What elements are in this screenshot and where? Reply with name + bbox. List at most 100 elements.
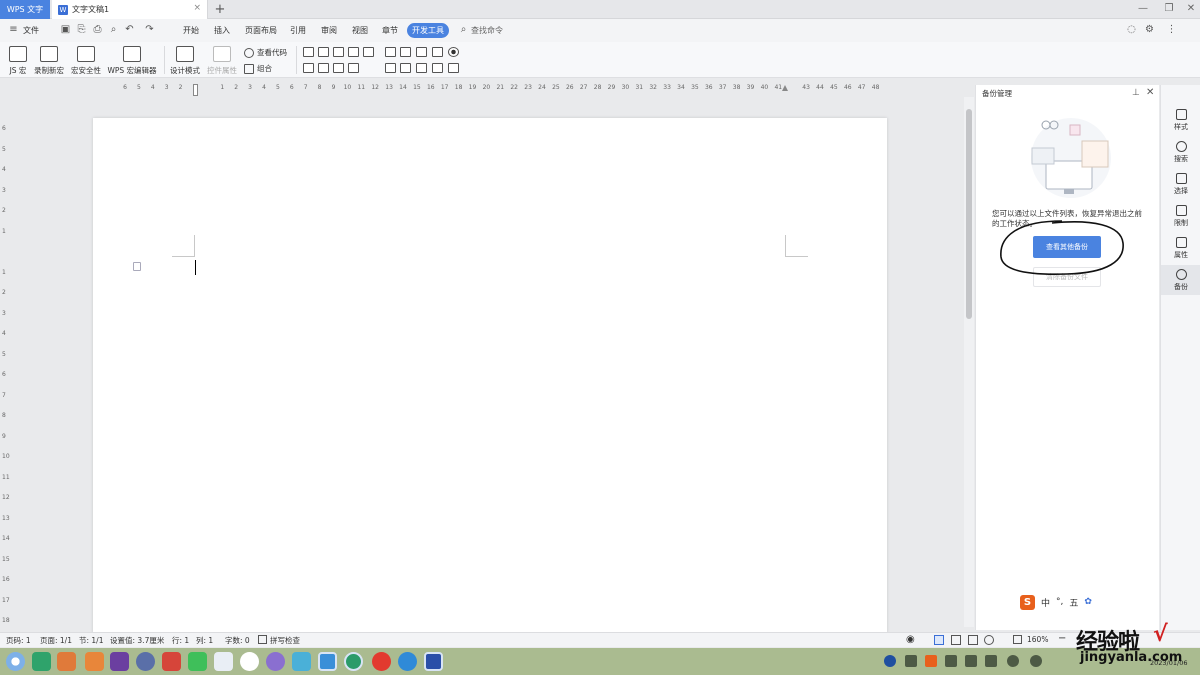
close-tab-icon[interactable]: × (193, 3, 201, 13)
app-icon-6[interactable] (162, 652, 181, 671)
right-indent-marker-icon[interactable] (782, 85, 788, 91)
label-activex-icon[interactable] (385, 47, 396, 57)
textbox-control-icon[interactable] (303, 47, 314, 57)
input-method-toolbar[interactable]: S 中 °, 五 ✿ (1020, 593, 1098, 611)
menu-insert[interactable]: 插入 (209, 23, 235, 38)
status-column[interactable]: 列: 1 (196, 635, 213, 646)
fit-page-icon[interactable] (1013, 635, 1022, 644)
redo-icon[interactable]: ↷ (144, 24, 155, 35)
document-viewer-icon[interactable] (214, 652, 233, 671)
menu-chapter[interactable]: 章节 (377, 23, 403, 38)
dropdown-control-icon[interactable] (318, 63, 329, 73)
restore-button[interactable]: ❐ (1162, 2, 1176, 16)
comment-icon[interactable]: ◌ (1126, 24, 1137, 35)
paragraph-layout-icon[interactable] (133, 262, 141, 271)
app-icon-7[interactable] (292, 652, 311, 671)
app-icon-4[interactable] (110, 652, 129, 671)
app-icon-2[interactable] (57, 652, 76, 671)
browser-edge-icon[interactable] (344, 652, 363, 671)
app-tab[interactable]: WPS 文字 (0, 0, 50, 19)
page-view-icon[interactable] (934, 635, 944, 645)
menu-references[interactable]: 引用 (285, 23, 311, 38)
print-icon[interactable]: ⎙ (92, 24, 103, 35)
vertical-scrollbar[interactable] (964, 97, 974, 627)
spell-check-icon[interactable] (258, 635, 267, 644)
tray-icon-6[interactable] (985, 655, 997, 667)
view-code-button[interactable]: 查看代码 (244, 47, 287, 58)
js-macro-button[interactable]: JS 宏 (6, 46, 30, 76)
app-store-icon[interactable] (318, 652, 337, 671)
checkbox-control-icon[interactable] (363, 47, 374, 57)
textbox-activex-icon[interactable] (400, 63, 411, 73)
music-app-icon[interactable] (188, 652, 207, 671)
undo-icon[interactable]: ↶ (124, 24, 135, 35)
close-panel-icon[interactable]: ✕ (1146, 87, 1154, 98)
ime-punctuation[interactable]: °, (1056, 597, 1063, 607)
macro-security-button[interactable]: 宏安全性 (70, 46, 102, 76)
tray-icon-8[interactable] (1030, 655, 1042, 667)
panel-title[interactable]: 备份管理 (982, 88, 1012, 99)
settings-icon[interactable]: ⚙ (1144, 24, 1155, 35)
app-icon-1[interactable] (32, 652, 51, 671)
calendar-icon[interactable] (240, 652, 259, 671)
file-menu[interactable]: 文件 (18, 23, 44, 38)
app-icon-8[interactable] (372, 652, 391, 671)
image-activex-icon[interactable] (432, 63, 443, 73)
web-view-icon[interactable] (984, 635, 994, 645)
eye-protection-icon[interactable]: ◉ (906, 634, 915, 645)
sidebar-item-styles[interactable]: 样式 (1161, 105, 1200, 135)
taskbar-clock[interactable]: 2023/01/06 (1150, 659, 1187, 667)
zoom-out-icon[interactable]: − (1058, 633, 1066, 644)
status-word-count[interactable]: 字数: 0 (225, 635, 250, 646)
spin-activex-icon[interactable] (448, 63, 459, 73)
ime-mode[interactable]: 中 (1041, 596, 1050, 609)
pin-icon[interactable]: ⊥ (1132, 88, 1140, 98)
button-activex-icon[interactable] (416, 63, 427, 73)
sidebar-item-search[interactable]: 搜索 (1161, 137, 1200, 167)
tray-icon-5[interactable] (965, 655, 977, 667)
close-window-button[interactable]: ✕ (1184, 2, 1198, 16)
sidebar-item-properties[interactable]: 属性 (1161, 233, 1200, 263)
text-activex-icon[interactable] (385, 63, 396, 73)
sidebar-item-backup[interactable]: 备份 (1161, 265, 1200, 295)
printer-tray-icon[interactable] (905, 655, 917, 667)
spell-check-toggle[interactable]: 拼写检查 (270, 635, 300, 646)
status-page-number[interactable]: 页码: 1 (6, 635, 31, 646)
list-activex-icon[interactable] (416, 47, 427, 57)
export-pdf-icon[interactable]: ⎘ (76, 24, 87, 35)
zoom-level[interactable]: 160% (1027, 635, 1048, 644)
ime-settings-icon[interactable]: ✿ (1084, 597, 1092, 607)
minimize-button[interactable]: — (1136, 2, 1150, 16)
tray-icon-7[interactable] (1007, 655, 1019, 667)
reading-view-icon[interactable] (968, 635, 978, 645)
menu-home[interactable]: 开始 (178, 23, 204, 38)
sidebar-item-restrict[interactable]: 限制 (1161, 201, 1200, 231)
document-tab[interactable]: W 文字文稿1 × (52, 0, 208, 19)
hp-tray-icon[interactable] (884, 655, 896, 667)
launcher-icon[interactable] (6, 652, 25, 671)
control-properties-button[interactable]: 控件属性 (206, 46, 238, 76)
building-block-control-icon[interactable] (348, 47, 359, 57)
scrollbar-thumb[interactable] (966, 109, 972, 319)
camera-icon[interactable] (266, 652, 285, 671)
tray-icon-4[interactable] (945, 655, 957, 667)
indent-marker-icon[interactable] (193, 84, 198, 96)
picture-control-icon[interactable] (333, 47, 344, 57)
checkbox-activex-icon[interactable] (400, 47, 411, 57)
document-page[interactable] (93, 118, 887, 633)
command-search[interactable]: 查找命令 (466, 23, 508, 38)
rich-text-control-icon[interactable] (318, 47, 329, 57)
group-button[interactable]: 组合 (244, 63, 272, 74)
repeat-control-icon[interactable] (348, 63, 359, 73)
date-control-icon[interactable] (333, 63, 344, 73)
outline-view-icon[interactable] (951, 635, 961, 645)
design-mode-button[interactable]: 设计模式 (169, 46, 201, 76)
wps-macro-editor-button[interactable]: WPS 宏编辑器 (106, 46, 158, 76)
save-icon[interactable]: ▣ (60, 24, 71, 35)
menu-view[interactable]: 视图 (347, 23, 373, 38)
status-row[interactable]: 行: 1 (172, 635, 189, 646)
status-section[interactable]: 节: 1/1 (79, 635, 103, 646)
radio-activex-icon[interactable] (448, 47, 459, 57)
menu-review[interactable]: 审阅 (316, 23, 342, 38)
status-pages[interactable]: 页面: 1/1 (40, 635, 72, 646)
